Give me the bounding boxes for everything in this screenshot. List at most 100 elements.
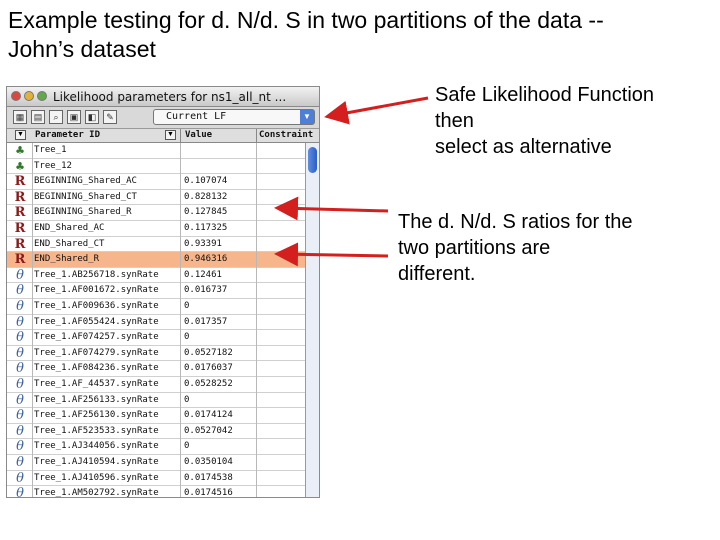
table-row[interactable]: θ Tree_1.AB256718.synRate 0.12461 (7, 267, 319, 284)
likelihood-parameters-window: Likelihood parameters for ns1_all_nt ...… (6, 86, 320, 498)
parameter-id-cell: Tree_1.AF523533.synRate (34, 425, 159, 436)
table-row[interactable]: θ Tree_1.AJ344056.synRate 0 (7, 439, 319, 455)
value-cell[interactable]: 0.107074 (184, 174, 252, 189)
parameter-id-cell: Tree_1 (34, 145, 67, 155)
value-cell[interactable] (184, 143, 252, 158)
table-row[interactable]: θ Tree_1.AF074279.synRate 0.0527182 (7, 345, 319, 362)
parameter-column-menu-button[interactable]: ▼ (165, 130, 176, 140)
column-header-value[interactable]: Value (185, 129, 212, 142)
parameter-id-cell: BEGINNING_Shared_R (34, 207, 132, 218)
value-cell[interactable] (184, 159, 252, 174)
parameter-id-cell: Tree_1.AJ410594.synRate (34, 457, 159, 467)
table-row[interactable]: θ Tree_1.AF256130.synRate 0.0174124 (7, 408, 319, 424)
table-row[interactable]: R END_Shared_AC 0.117325 (7, 221, 319, 237)
table-row[interactable]: θ Tree_1.AF523533.synRate 0.0527042 (7, 423, 319, 440)
table-row[interactable]: θ Tree_1.AF256133.synRate 0 (7, 392, 319, 409)
table-row[interactable]: θ Tree_1.AJ410594.synRate 0.0350104 (7, 455, 319, 471)
column-header-constraint[interactable]: Constraint (259, 129, 313, 142)
value-cell[interactable]: 0.0174124 (184, 408, 252, 423)
theta-parameter-icon: θ (16, 408, 24, 424)
value-cell[interactable]: 0.0174516 (184, 486, 252, 497)
value-cell[interactable]: 0 (184, 330, 252, 345)
toolbar-document-icon[interactable]: ▤ (31, 110, 45, 124)
rate-parameter-icon: R (14, 189, 26, 205)
table-row[interactable]: θ Tree_1.AF001672.synRate 0.016737 (7, 283, 319, 299)
table-row[interactable]: R BEGINNING_Shared_CT 0.828132 (7, 189, 319, 206)
likelihood-function-selector[interactable]: Current LF ▼ (153, 109, 315, 125)
toolbar-grid-icon[interactable]: ▦ (13, 110, 27, 124)
parameter-id-cell: Tree_1.AF256133.synRate (34, 394, 159, 405)
value-cell[interactable]: 0 (184, 393, 252, 408)
table-row[interactable]: R END_Shared_R 0.946316 (7, 252, 319, 268)
theta-parameter-icon: θ (16, 439, 24, 455)
table-row[interactable]: θ Tree_1.AJ410596.synRate 0.0174538 (7, 470, 319, 487)
annotation-1-line-2: then (435, 110, 474, 132)
rate-parameter-icon: R (14, 236, 26, 252)
value-cell[interactable]: 0.0350104 (184, 455, 252, 470)
minimize-window-icon[interactable] (24, 91, 34, 101)
value-cell[interactable]: 0.12461 (184, 268, 252, 283)
annotation-2-line-2: two partitions are (398, 237, 551, 259)
table-row[interactable]: R BEGINNING_Shared_R 0.127845 (7, 205, 319, 221)
table-row[interactable]: θ Tree_1.AF055424.synRate 0.017357 (7, 314, 319, 331)
parameter-id-cell: Tree_1.AF256130.synRate (34, 410, 159, 421)
column-divider (256, 129, 257, 143)
theta-parameter-icon: θ (16, 392, 24, 408)
toolbar-edit-icon[interactable]: ✎ (103, 110, 117, 124)
theta-parameter-icon: θ (16, 361, 24, 377)
parameter-id-cell: Tree_1.AF001672.synRate (34, 285, 159, 296)
value-cell[interactable]: 0 (184, 439, 252, 454)
table-row[interactable]: R BEGINNING_Shared_AC 0.107074 (7, 174, 319, 190)
tree-icon: ♣ (15, 159, 25, 173)
lf-selector-value: Current LF (166, 111, 227, 122)
scrollbar-thumb[interactable] (308, 147, 317, 173)
parameter-id-cell: Tree_1.AJ344056.synRate (34, 441, 159, 452)
close-window-icon[interactable] (11, 91, 21, 101)
zoom-window-icon[interactable] (37, 91, 47, 101)
value-cell[interactable]: 0.0176037 (184, 361, 252, 376)
value-cell[interactable]: 0.828132 (184, 190, 252, 205)
value-cell[interactable]: 0.0527042 (184, 424, 252, 439)
parameter-id-cell: Tree_1.AF084236.synRate (34, 363, 159, 374)
value-cell[interactable]: 0.017357 (184, 315, 252, 330)
slide-title-line-2: John’s dataset (8, 36, 156, 62)
table-row[interactable]: ♣ Tree_1 (7, 143, 319, 159)
table-row[interactable]: R END_Shared_CT 0.93391 (7, 236, 319, 253)
window-toolbar: ▦ ▤ ⌕ ▣ ◧ ✎ Current LF ▼ (7, 107, 319, 129)
value-cell[interactable]: 0.93391 (184, 237, 252, 252)
slide-title: Example testing for d. N/d. S in two par… (8, 6, 713, 64)
value-cell[interactable]: 0.0528252 (184, 377, 252, 392)
parameter-id-cell: Tree_12 (34, 160, 72, 171)
table-row[interactable]: θ Tree_1.AF_44537.synRate 0.0528252 (7, 377, 319, 393)
theta-parameter-icon: θ (16, 267, 24, 283)
chevron-updown-icon: ▼ (300, 110, 314, 124)
value-cell[interactable]: 0.946316 (184, 252, 252, 267)
window-title: Likelihood parameters for ns1_all_nt ... (53, 90, 287, 104)
parameter-id-cell: Tree_1.AF074279.synRate (34, 347, 159, 358)
annotation-dnds-ratios: The d. N/d. S ratios for the two partiti… (398, 209, 633, 287)
parameter-id-cell: BEGINNING_Shared_AC (34, 176, 137, 187)
toolbar-lock-icon[interactable]: ▣ (67, 110, 81, 124)
table-row[interactable]: θ Tree_1.AF074257.synRate 0 (7, 330, 319, 346)
toolbar-chart-icon[interactable]: ◧ (85, 110, 99, 124)
value-cell[interactable]: 0.0527182 (184, 346, 252, 361)
vertical-scrollbar[interactable] (305, 143, 319, 497)
table-row[interactable]: ♣ Tree_12 (7, 158, 319, 175)
table-row[interactable]: θ Tree_1.AM502792.synRate 0.0174516 (7, 486, 319, 497)
table-row[interactable]: θ Tree_1.AF084236.synRate 0.0176037 (7, 361, 319, 377)
value-cell[interactable]: 0.0174538 (184, 471, 252, 486)
window-controls (11, 91, 47, 101)
annotation-2-line-3: different. (398, 263, 476, 285)
toolbar-search-icon[interactable]: ⌕ (49, 110, 63, 124)
value-cell[interactable]: 0 (184, 299, 252, 314)
column-header-parameter-id[interactable]: Parameter ID (35, 129, 100, 142)
parameter-id-cell: BEGINNING_Shared_CT (34, 191, 137, 202)
arrow-to-lf-selector (324, 96, 429, 125)
parameter-id-cell: END_Shared_R (34, 254, 100, 265)
value-cell[interactable]: 0.117325 (184, 221, 252, 236)
table-row[interactable]: θ Tree_1.AF009636.synRate 0 (7, 299, 319, 315)
theta-parameter-icon: θ (16, 345, 24, 361)
value-cell[interactable]: 0.127845 (184, 205, 252, 220)
icon-column-menu-button[interactable]: ▼ (15, 130, 26, 140)
value-cell[interactable]: 0.016737 (184, 283, 252, 298)
